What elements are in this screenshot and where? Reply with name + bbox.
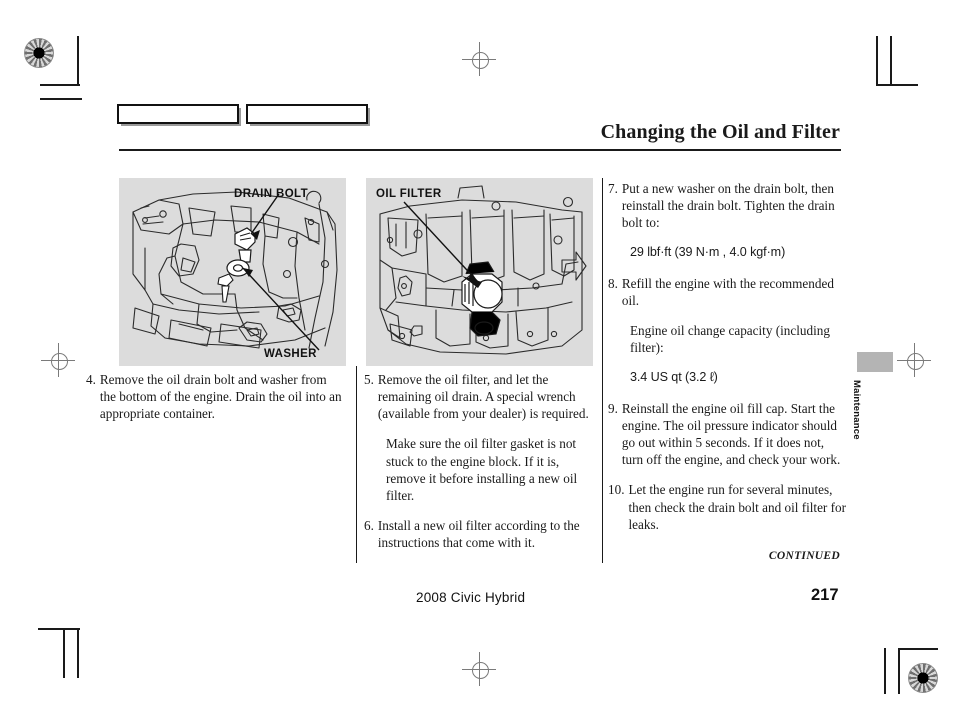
figure-drain-bolt xyxy=(119,178,346,366)
crop-mark-top-right-vertical xyxy=(876,36,878,86)
crop-mark-bottom-right-horizontal xyxy=(898,648,938,650)
step-text: Remove the oil drain bolt and washer fro… xyxy=(99,372,342,422)
registration-crosshair-left xyxy=(41,343,75,377)
column-middle: 5. Remove the oil filter, and let the re… xyxy=(364,371,596,564)
figure-label-drain-bolt: DRAIN BOLT xyxy=(234,188,309,200)
step-text: Reinstall the engine oil fill cap. Start… xyxy=(621,400,841,468)
crop-mark-bottom-left-horizontal xyxy=(38,628,80,630)
step-number: 6. xyxy=(364,518,374,534)
step-item: 8. Refill the engine with the recommende… xyxy=(608,275,846,309)
crop-mark-bottom-left-vertical xyxy=(77,628,79,678)
title-rule xyxy=(119,149,841,151)
underbody-line-drawing xyxy=(132,190,338,351)
step-text: Install a new oil filter according to th… xyxy=(377,518,580,551)
step-item: 5. Remove the oil filter, and let the re… xyxy=(364,371,596,422)
step-item: 10. Let the engine run for several minut… xyxy=(608,481,846,532)
footer-page-number: 217 xyxy=(811,586,839,604)
registration-target-bottom-right xyxy=(908,663,938,693)
crop-mark-top-right-horizontal xyxy=(876,84,918,86)
section-tab-marker xyxy=(857,352,893,372)
figure-label-oil-filter: OIL FILTER xyxy=(376,188,442,200)
footer-model-name: 2008 Civic Hybrid xyxy=(416,590,526,605)
step-text: Put a new washer on the drain bolt, then… xyxy=(621,181,835,231)
crop-mark-bottom-right-vertical xyxy=(898,648,900,694)
step-number: 4. xyxy=(86,372,96,387)
step-text: Remove the oil filter, and let the remai… xyxy=(377,372,589,422)
crop-mark-bottom-left-inner xyxy=(63,628,65,678)
crop-mark-bottom-right-outer xyxy=(884,648,886,694)
step-number: 10. xyxy=(608,482,625,498)
oil-capacity-heading: Engine oil change capacity (including fi… xyxy=(630,323,830,356)
step-number: 8. xyxy=(608,275,618,291)
crop-mark-top-left-outer xyxy=(40,98,82,100)
column-right: 7. Put a new washer on the drain bolt, t… xyxy=(608,180,846,546)
registration-crosshair-top-center xyxy=(462,42,496,76)
registration-crosshair-bottom-center xyxy=(462,652,496,686)
registration-target-top-left xyxy=(24,38,54,68)
torque-spec-value: 29 lbf·ft (39 N·m , 4.0 kgf·m) xyxy=(630,245,786,260)
step-number: 5. xyxy=(364,372,374,387)
figure-label-washer: WASHER xyxy=(264,348,317,360)
registration-crosshair-right xyxy=(897,343,931,377)
header-box-right xyxy=(246,104,368,124)
step-item: 7. Put a new washer on the drain bolt, t… xyxy=(608,180,846,231)
step-text: Let the engine run for several minutes, … xyxy=(628,482,847,532)
step-item: 6. Install a new oil filter according to… xyxy=(364,517,596,551)
column-divider-right xyxy=(602,178,603,563)
figure-oil-filter xyxy=(366,178,593,366)
engine-line-drawing xyxy=(379,185,587,355)
section-tab-label: Maintenance xyxy=(851,380,862,440)
crop-mark-top-right-inner xyxy=(890,36,892,86)
oil-capacity-value: 3.4 US qt (3.2 ℓ) xyxy=(630,370,718,385)
continued-label: CONTINUED xyxy=(768,550,840,562)
column-left: 4. Remove the oil drain bolt and washer … xyxy=(86,371,344,435)
step-number: 7. xyxy=(608,181,618,196)
step-item: 9. Reinstall the engine oil fill cap. St… xyxy=(608,400,846,469)
crop-mark-top-left-horizontal xyxy=(40,84,80,86)
column-divider-left xyxy=(356,366,357,563)
crop-mark-top-left-vertical xyxy=(77,36,79,86)
step-item: 4. Remove the oil drain bolt and washer … xyxy=(86,371,344,422)
header-box-left xyxy=(117,104,239,124)
step-text: Refill the engine with the recommended o… xyxy=(621,275,834,308)
step-number: 9. xyxy=(608,400,618,416)
page-title: Changing the Oil and Filter xyxy=(600,121,840,143)
oil-filter-gasket-note: Make sure the oil filter gasket is not s… xyxy=(386,436,578,503)
